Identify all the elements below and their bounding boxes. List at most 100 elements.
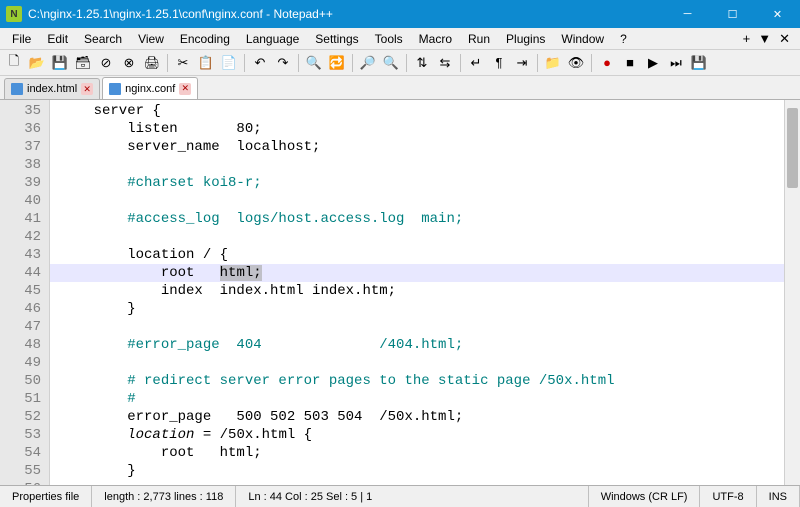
menu-language[interactable]: Language [238,30,307,48]
sync-h-icon[interactable]: ⇆ [435,53,455,73]
line-number: 36 [0,120,41,138]
undo-icon[interactable]: ↶ [250,53,270,73]
code-line[interactable]: index index.html index.htm; [60,282,784,300]
code-line[interactable]: # redirect server error pages to the sta… [60,372,784,390]
menu-search[interactable]: Search [76,30,130,48]
code-line[interactable]: #charset koi8-r; [60,174,784,192]
folder-icon[interactable]: 📁 [543,53,563,73]
line-number: 44 [0,264,41,282]
status-encoding[interactable]: UTF-8 [700,486,756,507]
open-file-icon[interactable]: 📂 [27,53,47,73]
code-line[interactable] [60,228,784,246]
code-line[interactable] [60,318,784,336]
find-icon[interactable]: 🔍 [304,53,324,73]
code-line[interactable]: listen 80; [60,120,784,138]
record-icon[interactable]: ● [597,53,617,73]
code-line[interactable]: #error_page 404 /404.html; [60,336,784,354]
code-line[interactable]: # [60,390,784,408]
code-line[interactable]: server { [60,102,784,120]
toolbar: 🗋 📂 💾 🗃 ⊘ ⊗ 🖨 ✂ 📋 📄 ↶ ↷ 🔍 🔁 🔎 🔍 ⇅ ⇆ ↵ ¶ … [0,50,800,76]
document-icon [109,83,121,95]
new-file-icon[interactable]: 🗋 [4,53,24,73]
save-icon[interactable]: 💾 [50,53,70,73]
line-number: 48 [0,336,41,354]
titlebar: N C:\nginx-1.25.1\nginx-1.25.1\conf\ngin… [0,0,800,28]
copy-icon[interactable]: 📋 [196,53,216,73]
code-line[interactable] [60,192,784,210]
line-number: 41 [0,210,41,228]
redo-icon[interactable]: ↷ [273,53,293,73]
save-macro-icon[interactable]: 💾 [689,53,709,73]
line-number: 37 [0,138,41,156]
line-number: 55 [0,462,41,480]
close-tab-icon[interactable]: ✕ [81,83,93,95]
x-icon[interactable]: ✕ [779,31,790,47]
code-line[interactable]: location / { [60,246,784,264]
code-line[interactable]: } [60,300,784,318]
close-all-icon[interactable]: ⊗ [119,53,139,73]
status-eol[interactable]: Windows (CR LF) [589,486,701,507]
vertical-scrollbar[interactable] [784,100,800,485]
code-line[interactable] [60,354,784,372]
code-line[interactable]: root html; [50,264,784,282]
menu-file[interactable]: File [4,30,39,48]
stop-icon[interactable]: ■ [620,53,640,73]
code-line[interactable]: error_page 500 502 503 504 /50x.html; [60,408,784,426]
maximize-button[interactable]: ☐ [710,0,755,28]
sync-v-icon[interactable]: ⇅ [412,53,432,73]
separator [460,54,461,72]
tab-index-html[interactable]: index.html ✕ [4,78,100,99]
print-icon[interactable]: 🖨 [142,53,162,73]
replace-icon[interactable]: 🔁 [327,53,347,73]
play-multi-icon[interactable]: ⏭ [666,53,686,73]
line-number: 51 [0,390,41,408]
menu-edit[interactable]: Edit [39,30,76,48]
line-number: 53 [0,426,41,444]
code-line[interactable]: location = /50x.html { [60,426,784,444]
status-insert-mode[interactable]: INS [757,486,800,507]
scrollbar-thumb[interactable] [787,108,798,188]
zoom-in-icon[interactable]: 🔎 [358,53,378,73]
code-line[interactable]: server_name localhost; [60,138,784,156]
all-chars-icon[interactable]: ¶ [489,53,509,73]
code-line[interactable]: #access_log logs/host.access.log main; [60,210,784,228]
menu-macro[interactable]: Macro [411,30,460,48]
window-title: C:\nginx-1.25.1\nginx-1.25.1\conf\nginx.… [28,7,665,21]
editor-area: 3536373839404142434445464748495051525354… [0,100,800,485]
status-filetype: Properties file [0,486,92,507]
line-number: 49 [0,354,41,372]
plus-icon[interactable]: + [743,31,751,46]
statusbar: Properties file length : 2,773 lines : 1… [0,485,800,507]
cut-icon[interactable]: ✂ [173,53,193,73]
code-line[interactable] [60,156,784,174]
down-triangle-icon[interactable]: ▼ [758,31,771,46]
menu-help[interactable]: ? [612,30,635,48]
save-all-icon[interactable]: 🗃 [73,53,93,73]
menu-plugins[interactable]: Plugins [498,30,553,48]
monitor-icon[interactable]: 👁 [566,53,586,73]
close-button[interactable]: ✕ [755,0,800,28]
line-number: 50 [0,372,41,390]
menu-tools[interactable]: Tools [367,30,411,48]
separator [352,54,353,72]
code-line[interactable]: } [60,462,784,480]
status-position: Ln : 44 Col : 25 Sel : 5 | 1 [236,486,588,507]
code-line[interactable] [60,480,784,485]
close-tab-icon[interactable]: ✕ [179,83,191,95]
menu-run[interactable]: Run [460,30,498,48]
indent-icon[interactable]: ⇥ [512,53,532,73]
code-line[interactable]: root html; [60,444,784,462]
wrap-icon[interactable]: ↵ [466,53,486,73]
menu-settings[interactable]: Settings [307,30,366,48]
code-editor[interactable]: server { listen 80; server_name localhos… [50,100,784,485]
close-file-icon[interactable]: ⊘ [96,53,116,73]
paste-icon[interactable]: 📄 [219,53,239,73]
minimize-button[interactable]: ─ [665,0,710,28]
menu-view[interactable]: View [130,30,172,48]
play-icon[interactable]: ▶ [643,53,663,73]
menu-window[interactable]: Window [553,30,612,48]
status-length: length : 2,773 lines : 118 [92,486,236,507]
zoom-out-icon[interactable]: 🔍 [381,53,401,73]
menu-encoding[interactable]: Encoding [172,30,238,48]
tab-nginx-conf[interactable]: nginx.conf ✕ [102,77,198,99]
